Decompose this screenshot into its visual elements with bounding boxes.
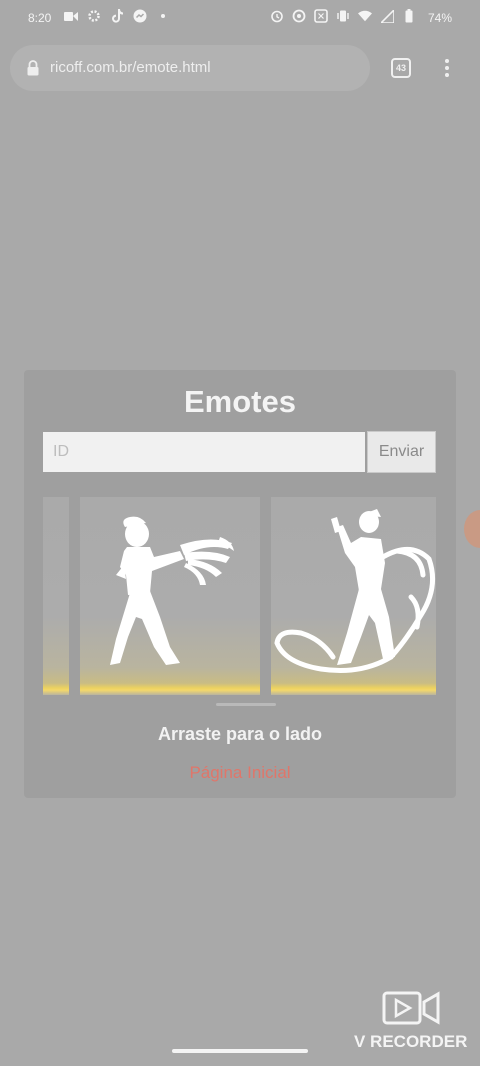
data-saver-icon	[292, 9, 306, 23]
emotes-card: Emotes Enviar	[24, 370, 456, 798]
send-button[interactable]: Enviar	[367, 431, 436, 473]
emote-carousel[interactable]	[43, 497, 436, 697]
wifi-icon	[358, 9, 372, 23]
notification-icons	[64, 9, 170, 23]
drag-hint-text: Arraste para o lado	[157, 724, 323, 744]
emote-punch-figure-icon	[110, 516, 234, 665]
emote-swirl-figure-icon	[274, 509, 436, 673]
messenger-icon	[133, 9, 147, 23]
emote-card-punch[interactable]	[80, 497, 260, 695]
lock-icon	[27, 60, 39, 76]
menu-dots-icon	[445, 59, 449, 63]
tab-switcher-button[interactable]: 43	[391, 58, 411, 78]
status-time: 8:20	[28, 11, 52, 25]
carousel-scroll-indicator	[216, 703, 276, 706]
url-text: ricoff.com.br/emote.html	[50, 59, 211, 76]
battery-percent: 74%	[427, 11, 452, 25]
page-title: Emotes	[184, 384, 296, 419]
gesture-home-indicator[interactable]	[172, 1049, 308, 1053]
system-icons	[270, 9, 416, 23]
tiktok-icon	[110, 9, 124, 23]
home-page-link[interactable]: Página Inicial	[24, 763, 456, 783]
vibrate-icon	[336, 9, 350, 23]
floating-edge-handle[interactable]	[464, 510, 480, 548]
settings-gear-icon	[87, 9, 101, 23]
recorder-watermark-label: V RECORDER	[354, 1032, 468, 1051]
browser-menu-button[interactable]	[438, 56, 456, 80]
emote-card-swirl[interactable]	[271, 497, 436, 695]
video-camera-icon	[64, 9, 78, 23]
cell-signal-icon	[380, 9, 394, 23]
id-input[interactable]	[43, 432, 365, 472]
status-bar: 8:20 74%	[0, 0, 480, 36]
battery-icon	[402, 9, 416, 23]
screen-recorder-icon	[382, 991, 440, 1025]
nfc-icon	[314, 9, 328, 23]
address-bar[interactable]: ricoff.com.br/emote.html	[10, 45, 370, 91]
more-notifications-dot-icon	[156, 9, 170, 23]
emote-card-previous[interactable]	[43, 497, 69, 695]
alarm-icon	[270, 9, 284, 23]
